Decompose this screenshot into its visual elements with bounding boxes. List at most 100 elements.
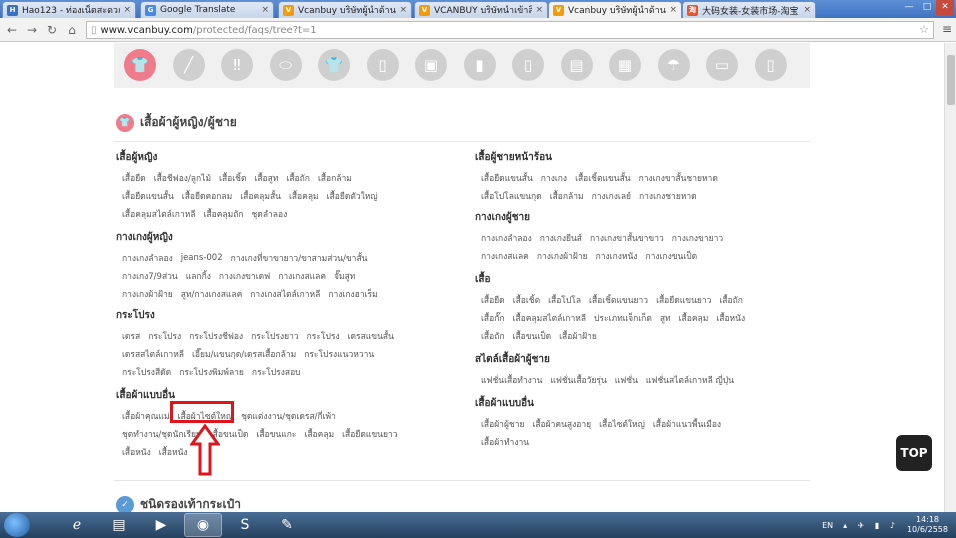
start-button[interactable] (4, 513, 30, 537)
category-link[interactable]: เสื้อยืดแขนยาว (342, 427, 397, 441)
category-link[interactable]: เสื้อเชิ้ตแขนยาว (589, 293, 648, 307)
browser-tab[interactable]: G Google Translate × (140, 1, 274, 18)
group-title[interactable]: กางเกงผู้ชาย (475, 210, 731, 225)
category-link[interactable]: กางเกงขายาว (672, 231, 723, 245)
group-title[interactable]: เสื้อผ้าแบบอื่น (475, 396, 729, 411)
browser-tab[interactable]: V Vcanbuy บริษัทผู้นำด้านการค้า× (278, 1, 412, 18)
tray-icons[interactable]: ▴ ✈ ▮ ♪ (843, 521, 899, 530)
cosmetic-icon[interactable]: ▯ (512, 49, 544, 81)
category-link[interactable]: กางเกงที่ขาขายาว/ขาสามส่วน/ขาสั้น (231, 251, 368, 265)
category-link[interactable]: กระโปรง (148, 329, 181, 343)
scrollbar-thumb[interactable] (947, 55, 955, 105)
back-icon[interactable]: ← (4, 23, 20, 37)
maximize-icon[interactable]: □ (918, 0, 936, 15)
category-link[interactable]: เสื้อกล้าม (550, 189, 584, 203)
boots-icon[interactable]: ‼ (221, 49, 253, 81)
group-title[interactable]: กางเกงผู้หญิง (116, 230, 386, 245)
category-link[interactable]: กางเกง7/9ส่วน (122, 269, 178, 283)
category-link[interactable]: กระโปรงชีฟอง (189, 329, 243, 343)
category-link[interactable]: กางเกงขนเป็ด (645, 249, 697, 263)
category-link[interactable]: เสื้อผ้าทำงาน (481, 435, 529, 449)
category-link[interactable]: แฟชั่นเสื้อทำงาน (481, 373, 542, 387)
category-link[interactable]: กางเกงลำลอง (481, 231, 532, 245)
category-link[interactable]: กระโปรงพิมพ์ลาย (179, 365, 244, 379)
paint-icon[interactable]: ✎ (268, 513, 306, 537)
group-title[interactable]: เสื้อผู้ชายหน้าร้อน (475, 150, 726, 165)
category-link[interactable]: เสื้อยืด (481, 293, 505, 307)
category-link[interactable]: เดรส (122, 329, 140, 343)
group-title[interactable]: เสื้อ (475, 272, 753, 287)
reload-icon[interactable]: ↻ (44, 23, 60, 37)
browser-tab[interactable]: 淘大码女装-女装市场-淘宝 × (682, 1, 816, 18)
category-link[interactable]: เสื้อกล้าม (318, 171, 352, 185)
category-link[interactable]: เอี๊ยม/แขนกุด/เดรสเสื้อกล้าม (192, 347, 296, 361)
category-link[interactable]: เสื้อคลุมสั้น (240, 189, 281, 203)
category-link[interactable]: jeans-002 (181, 253, 223, 263)
category-link[interactable]: เสื้อถัก (719, 293, 743, 307)
category-link[interactable]: เสื้อคลุมสไตล์เกาหลี (122, 207, 196, 221)
category-link[interactable]: แฟชั่นเสื้อวัยรุ่น (550, 373, 606, 387)
bin-icon[interactable]: ▣ (415, 49, 447, 81)
category-link[interactable]: เสื้อเชิ้ต (513, 293, 540, 307)
tab-close-icon[interactable]: × (399, 5, 407, 15)
category-link[interactable]: เสื้อถัก (286, 171, 310, 185)
category-link[interactable]: เสื้อสูท (254, 171, 278, 185)
category-link[interactable]: กางเกงสแลค (278, 269, 326, 283)
bedding-icon[interactable]: ▦ (609, 49, 641, 81)
address-bar[interactable]: ▯ www.vcanbuy.com /protected/faqs/tree?t… (86, 21, 934, 39)
book-icon[interactable]: ▯ (754, 49, 787, 81)
browser-tab[interactable]: V Vcanbuy บริษัทผู้นำด้านการค้า× (548, 1, 682, 18)
shirt-icon[interactable]: 👕 (124, 49, 156, 81)
category-link[interactable]: กางเกงสไตล์เกาหลี (250, 287, 320, 301)
category-link[interactable]: เสื้อโปโลแขนกุด (481, 189, 542, 203)
category-link[interactable]: กางเกงชายหาด (639, 189, 697, 203)
category-link[interactable]: สูท/กางเกงสแลค (181, 287, 243, 301)
folder-icon[interactable]: ▤ (100, 513, 138, 537)
category-link[interactable]: กางเกงผ้าฝ้าย (537, 249, 588, 263)
bookmark-star-icon[interactable]: ☆ (919, 23, 929, 36)
category-link[interactable]: กระโปรงสอบ (252, 365, 301, 379)
category-link[interactable]: เสื้อคลุม (304, 427, 334, 441)
category-link[interactable]: ประเภทแจ็กเก็ต (594, 311, 652, 325)
ie-icon[interactable]: ℯ (58, 513, 96, 537)
tab-close-icon[interactable]: × (261, 5, 269, 15)
group-title[interactable]: เสื้อผ้าแบบอื่น (116, 388, 405, 403)
category-link[interactable]: กระโปรงสีดัด (122, 365, 171, 379)
category-link[interactable]: กางเกงหนัง (596, 249, 638, 263)
bottle-icon[interactable]: ▮ (463, 49, 496, 81)
category-link[interactable]: เสื้อถัก (481, 329, 505, 343)
category-link[interactable]: เดรสแขนสั้น (348, 329, 394, 343)
category-link[interactable]: เสื้อคลุมสไตล์เกาหลี (513, 311, 587, 325)
category-link[interactable]: เสื้อคลุมถัก (204, 207, 244, 221)
category-link[interactable]: เสื้อผ้าคุณแม่ (122, 409, 170, 423)
close-window-icon[interactable]: ✕ (936, 0, 954, 15)
group-title[interactable]: เสื้อผู้หญิง (116, 150, 386, 165)
skype-icon[interactable]: S (226, 513, 264, 537)
tab-close-icon[interactable]: × (535, 5, 543, 15)
category-link[interactable]: เสื้อยืดคอกลม (182, 189, 232, 203)
category-link[interactable]: เดรสสไตล์เกาหลี (122, 347, 184, 361)
chrome-menu-icon[interactable]: ≡ (942, 22, 952, 36)
category-link[interactable]: กางเกงสแลค (481, 249, 529, 263)
home-icon[interactable]: ⌂ (64, 23, 80, 37)
category-link[interactable]: เสื้อขนเป็ด (513, 329, 552, 343)
tab-close-icon[interactable]: × (123, 5, 131, 15)
category-link[interactable]: เสื้อหนัง (122, 445, 151, 459)
tab-close-icon[interactable]: × (803, 5, 811, 15)
category-link[interactable]: กระโปรง (307, 329, 340, 343)
category-link[interactable]: ชุดแต่งงาน/ชุดเดรส/กี่เพ้า (241, 409, 336, 423)
category-link[interactable]: เสื้อคลุม (679, 311, 709, 325)
category-link[interactable]: กางเกงขาเดฟ (219, 269, 270, 283)
category-link[interactable]: แฟชั่น (615, 373, 638, 387)
phone-icon[interactable]: ▯ (366, 49, 399, 81)
category-link[interactable]: เสื้อเชิ้ตแขนสั้น (575, 171, 631, 185)
page-scrollbar[interactable] (944, 43, 956, 512)
category-link[interactable]: กางเกงลำลอง (122, 251, 173, 265)
category-link[interactable]: เสื้อกั๊ก (481, 311, 505, 325)
category-link[interactable]: กางเกงขาสั้นชายหาด (639, 171, 718, 185)
category-link[interactable]: กางเกงขาสั้นขาขาว (590, 231, 664, 245)
category-link[interactable]: จั๊มสูท (334, 269, 355, 283)
category-link[interactable]: กระโปรงยาว (251, 329, 298, 343)
browser-tab[interactable]: H Hao123 - ท่องเน็ตสะดวกปลอดภัย× (2, 1, 136, 18)
category-link[interactable]: เสื้อหนัง (159, 445, 188, 459)
